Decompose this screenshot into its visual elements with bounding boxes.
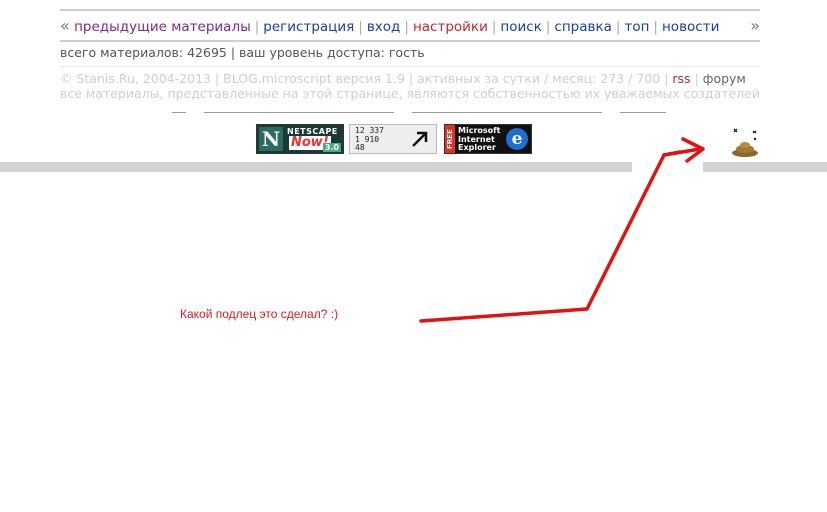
nav-link-registration[interactable]: регистрация [263,19,354,35]
counter-values: 12 337 1 910 48 [355,126,384,153]
ie-text-line: Explorer [458,143,496,152]
top-navigation: « предыдущие материалы | регистрация | вход |… [60,16,760,38]
netscape-version: 3.0 [322,143,341,152]
rss-link[interactable]: rss [672,71,690,86]
dash-segment [620,112,666,113]
annotation-message: Какой подлец это сделал? :) [180,307,339,321]
visit-counter-badge[interactable]: 12 337 1 910 48 [349,124,437,154]
nav-separator: | [404,19,409,35]
nav-separator: | [545,19,551,35]
top-divider [60,9,760,11]
nav-separator: | [653,19,658,35]
nav-link-search[interactable]: поиск [500,19,541,35]
nav-link-news[interactable]: новости [662,19,719,35]
ie-logo-icon: e [506,128,528,150]
forum-link[interactable]: форум [703,71,746,86]
nav-link-login[interactable]: вход [367,19,401,35]
site-stats: всего материалов: 42695 | ваш уровень до… [60,45,425,60]
dash-separator [172,107,672,117]
counter-line: 48 [355,143,365,152]
arrow-up-right-icon [412,131,428,147]
footer-separator: | [694,71,699,86]
pile-with-flies-icon [732,128,758,157]
copyright-text: © Stanis.Ru, 2004-2013 | BLOG.microscrip… [60,71,669,86]
netscape-now-badge[interactable]: N NETSCAPE Now! 3.0 [256,124,344,154]
nav-link-settings[interactable]: настройки [413,19,488,35]
nav-divider [60,40,760,42]
dash-segment [412,112,602,113]
ie-text: Microsoft Internet Explorer [458,126,500,153]
netscape-logo-icon: N [259,127,283,151]
footer-line-copyright: © Stanis.Ru, 2004-2013 | BLOG.microscrip… [60,71,760,86]
nav-link-top[interactable]: топ [624,19,649,35]
footer-line-disclaimer: все материалы, представленные на этой ст… [60,86,761,101]
nav-separator: | [254,19,260,35]
previous-page-arrow[interactable]: « [60,16,70,35]
stats-divider [60,66,760,67]
next-page-arrow[interactable]: » [750,16,760,36]
nav-link-previous-materials[interactable]: предыдущие материалы [74,19,251,35]
dash-segment [204,112,394,113]
page: « предыдущие материалы | регистрация | вход |… [0,0,827,512]
gray-bar-right [703,162,827,172]
nav-separator: | [615,19,621,35]
gray-bar-left [0,162,632,172]
internet-explorer-badge[interactable]: FREE Microsoft Internet Explorer e [444,124,532,154]
nav-separator: | [491,19,497,35]
ie-free-label: FREE [445,125,455,153]
nav-link-help[interactable]: справка [554,19,611,35]
dash-segment [172,112,186,113]
site-footer: © Stanis.Ru, 2004-2013 | BLOG.microscrip… [60,71,760,101]
nav-separator: | [358,19,363,35]
